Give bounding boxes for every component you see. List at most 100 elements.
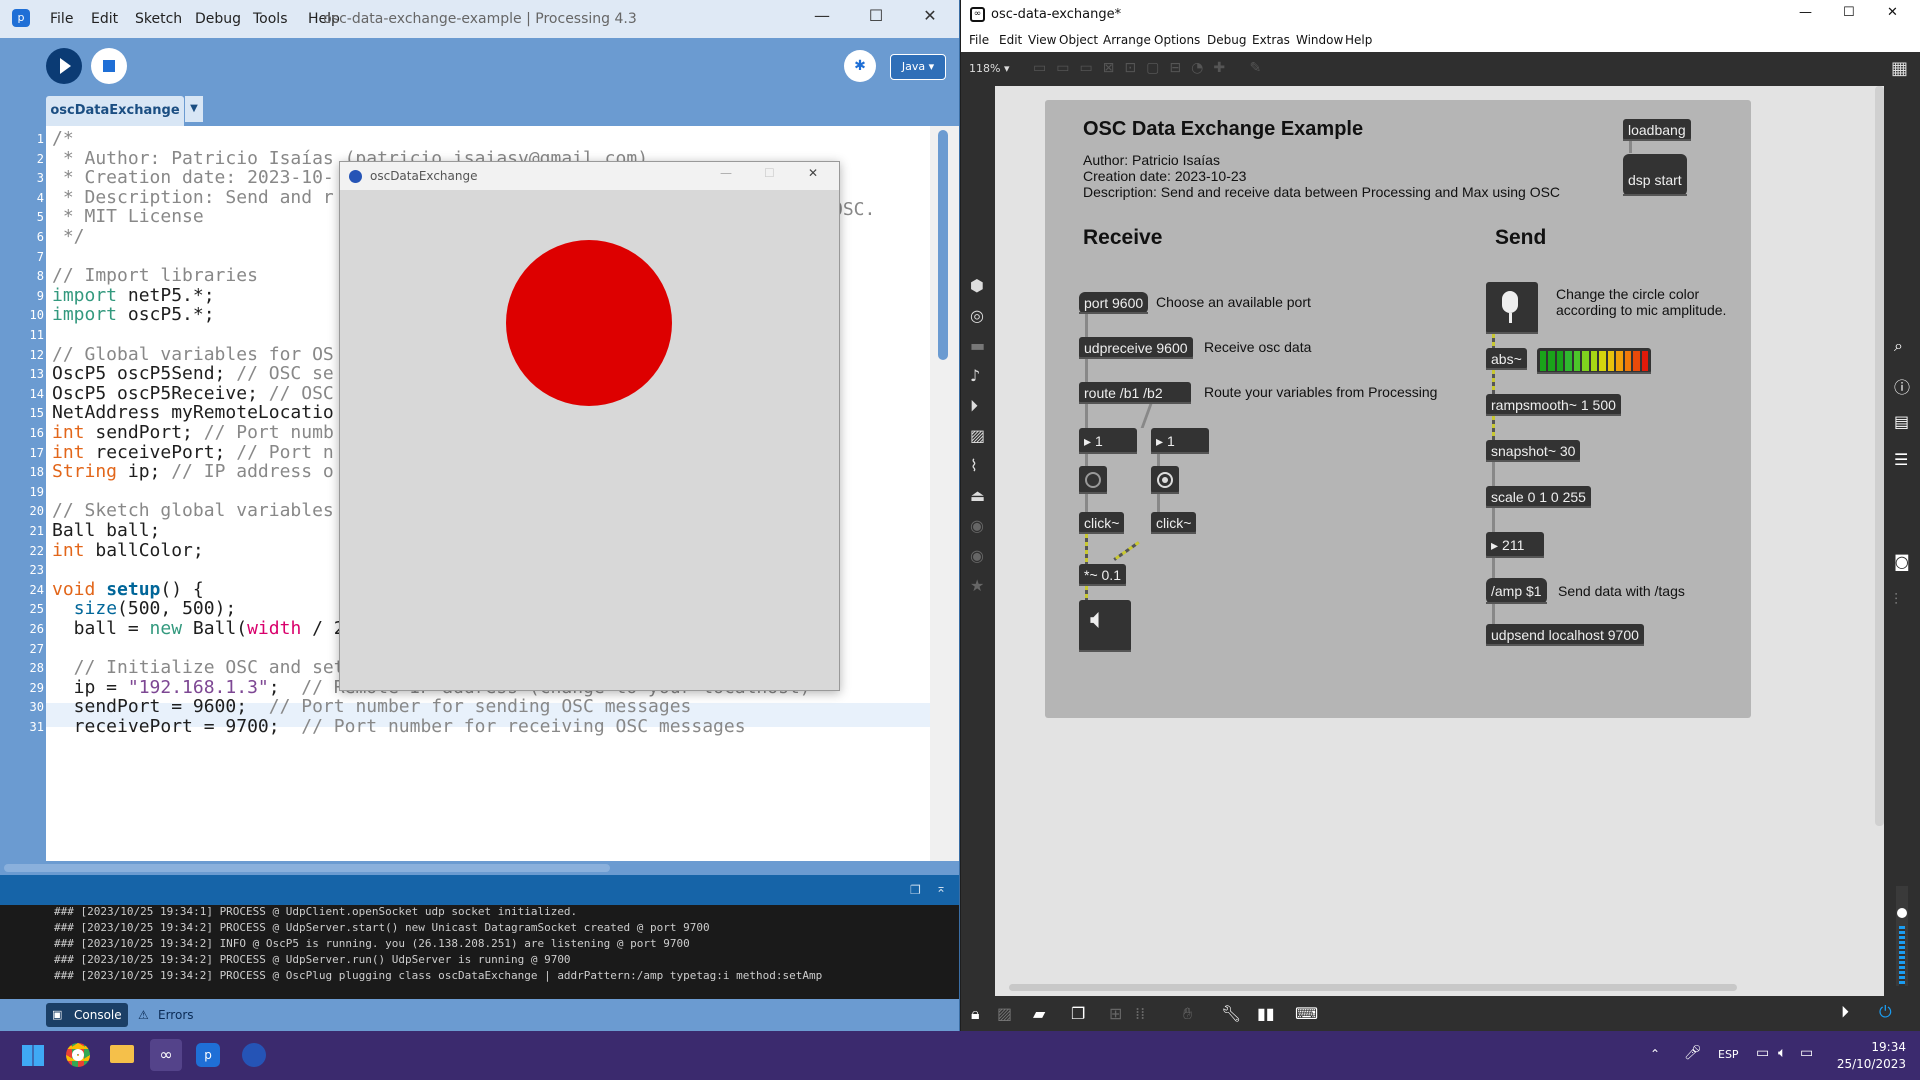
microphone-tray-icon[interactable]: 🎤︎: [1684, 1045, 1702, 1061]
music-note-icon[interactable]: ♪: [970, 366, 980, 385]
toolbar-icon-group[interactable]: ▭▭▭⊠⊡▢⊟◔✚ ✎: [1033, 60, 1271, 76]
show-hidden-icons[interactable]: ⌃: [1650, 1047, 1660, 1061]
number-box-211[interactable]: ▸ 211: [1486, 532, 1544, 558]
network-icon[interactable]: ▭: [1756, 1045, 1769, 1061]
max-maximize-button[interactable]: ☐: [1843, 5, 1855, 20]
tape-icon[interactable]: ▬: [970, 336, 985, 355]
editor-vertical-scrollbar[interactable]: [930, 126, 959, 861]
target-icon[interactable]: ◎: [970, 306, 984, 325]
toggle-2[interactable]: [1151, 466, 1179, 494]
mode-selector[interactable]: Java ▾: [890, 54, 946, 80]
amp-message[interactable]: /amp $1: [1486, 578, 1547, 604]
volume-slider[interactable]: [1896, 886, 1908, 986]
wrench-icon[interactable]: 🔧︎: [1221, 1004, 1241, 1023]
processing-sketch-taskbar-icon[interactable]: [242, 1043, 266, 1067]
udpreceive-object[interactable]: udpreceive 9600: [1079, 337, 1193, 359]
battery-icon[interactable]: ▭: [1800, 1045, 1813, 1061]
search-icon[interactable]: ⌕: [1894, 336, 1903, 356]
processing-taskbar-icon[interactable]: p: [196, 1043, 220, 1067]
sketch-window[interactable]: oscDataExchange — ☐ ✕: [339, 161, 840, 691]
rampsmooth-object[interactable]: rampsmooth~ 1 500: [1486, 394, 1621, 416]
dsp-power-icon[interactable]: ⏻: [1879, 1002, 1892, 1022]
number-box-2[interactable]: ▸ 1: [1151, 428, 1209, 454]
grid-icon[interactable]: ▦: [1891, 58, 1908, 79]
circle-b-icon[interactable]: ◉: [970, 546, 984, 565]
minimize-button[interactable]: —: [802, 6, 842, 25]
info-icon[interactable]: ⓘ: [1894, 374, 1910, 398]
multiply-object[interactable]: *~ 0.1: [1079, 564, 1126, 586]
image-icon[interactable]: ▨: [970, 426, 985, 445]
max-menu-arrange[interactable]: Arrange: [1103, 33, 1151, 47]
editor-horizontal-scrollbar[interactable]: [0, 861, 959, 875]
max-menu-help[interactable]: Help: [1345, 33, 1372, 47]
debug-icon[interactable]: ⊞: [1109, 1004, 1122, 1023]
loadbang-object[interactable]: loadbang: [1623, 119, 1691, 141]
volume-knob[interactable]: [1897, 908, 1907, 918]
max-taskbar-icon[interactable]: ∞: [150, 1039, 182, 1071]
keyboard-icon[interactable]: ⌨: [1295, 1004, 1318, 1023]
tab-menu-button[interactable]: ▼: [185, 96, 203, 122]
dsp-start-message[interactable]: dsp start: [1623, 154, 1687, 196]
windows-start-icon[interactable]: [22, 1044, 44, 1066]
paperclip-icon[interactable]: ⌇: [970, 456, 978, 475]
bars-icon[interactable]: ▮▮: [1257, 1004, 1275, 1023]
ezdac-speaker[interactable]: 🔈︎: [1079, 600, 1131, 652]
patcher-vscroll[interactable]: [1875, 86, 1884, 826]
sequence-icon[interactable]: ⏵: [970, 396, 978, 416]
star-icon[interactable]: ★: [970, 576, 984, 595]
port-message[interactable]: port 9600: [1079, 292, 1149, 314]
book-icon[interactable]: ▤: [1894, 412, 1909, 431]
debug-button[interactable]: ✱: [844, 50, 876, 82]
level-meter[interactable]: [1537, 348, 1651, 374]
tab-oscdataexchange[interactable]: oscDataExchange: [46, 96, 184, 126]
max-minimize-button[interactable]: —: [1799, 5, 1812, 20]
clock-time[interactable]: 19:34: [1856, 1040, 1906, 1054]
presentation-icon[interactable]: ▨: [997, 1004, 1012, 1023]
max-menu-edit[interactable]: Edit: [999, 33, 1022, 47]
language-indicator[interactable]: ESP: [1718, 1048, 1739, 1061]
abs-object[interactable]: abs~: [1486, 348, 1527, 370]
chrome-icon[interactable]: [66, 1043, 90, 1067]
patcher-hscroll[interactable]: [1009, 984, 1737, 991]
click-object-2[interactable]: click~: [1151, 512, 1197, 534]
comment-icon[interactable]: ▰: [1033, 1004, 1045, 1023]
tab-console[interactable]: ▣ Console: [46, 1003, 128, 1027]
max-close-button[interactable]: ✕: [1887, 5, 1898, 20]
mixer-icon[interactable]: ⫶: [1894, 590, 1898, 610]
tab-errors[interactable]: ⚠ Errors: [136, 1003, 206, 1027]
click-object-1[interactable]: click~: [1079, 512, 1125, 534]
camera-icon[interactable]: ◙: [1894, 552, 1910, 571]
maximize-button[interactable]: ☐: [856, 6, 896, 25]
hand-icon[interactable]: ✋︎: [1183, 1004, 1192, 1024]
editor-hscroll-thumb[interactable]: [4, 864, 610, 872]
grid-snap-icon[interactable]: ⁞⁞: [1135, 1004, 1145, 1023]
scale-object[interactable]: scale 0 1 0 255: [1486, 486, 1591, 508]
run-button[interactable]: [46, 48, 82, 84]
file-explorer-icon[interactable]: [110, 1045, 134, 1063]
number-box-1[interactable]: ▸ 1: [1079, 428, 1137, 454]
max-menu-extras[interactable]: Extras: [1252, 33, 1290, 47]
close-button[interactable]: ✕: [910, 6, 950, 25]
max-menu-debug[interactable]: Debug: [1207, 33, 1246, 47]
transport-play-icon[interactable]: ⏵: [1841, 1002, 1849, 1022]
list-icon[interactable]: ☰: [1894, 450, 1908, 469]
sketch-maximize-button[interactable]: ☐: [764, 166, 775, 180]
windows-icon[interactable]: ❐: [1071, 1004, 1085, 1023]
circle-p-icon[interactable]: ◉: [970, 516, 984, 535]
sketch-close-button[interactable]: ✕: [808, 166, 818, 180]
max-menu-window[interactable]: Window: [1296, 33, 1343, 47]
ezadc-microphone[interactable]: [1486, 282, 1538, 334]
route-object[interactable]: route /b1 /b2: [1079, 382, 1191, 404]
zoom-selector[interactable]: 118% ▾: [969, 62, 1009, 75]
max-menu-options[interactable]: Options: [1154, 33, 1200, 47]
volume-tray-icon[interactable]: 🔈︎: [1778, 1045, 1786, 1061]
max-menu-file[interactable]: File: [969, 33, 989, 47]
clear-console-icon[interactable]: ⌅: [936, 881, 946, 895]
max-menu-view[interactable]: View: [1028, 33, 1056, 47]
plug-icon[interactable]: ⏏: [970, 486, 985, 505]
sketch-minimize-button[interactable]: —: [720, 166, 732, 180]
max-menu-object[interactable]: Object: [1059, 33, 1098, 47]
toggle-1[interactable]: [1079, 466, 1107, 494]
lock-icon[interactable]: 🔒︎: [971, 1004, 980, 1024]
udpsend-object[interactable]: udpsend localhost 9700: [1486, 624, 1644, 646]
